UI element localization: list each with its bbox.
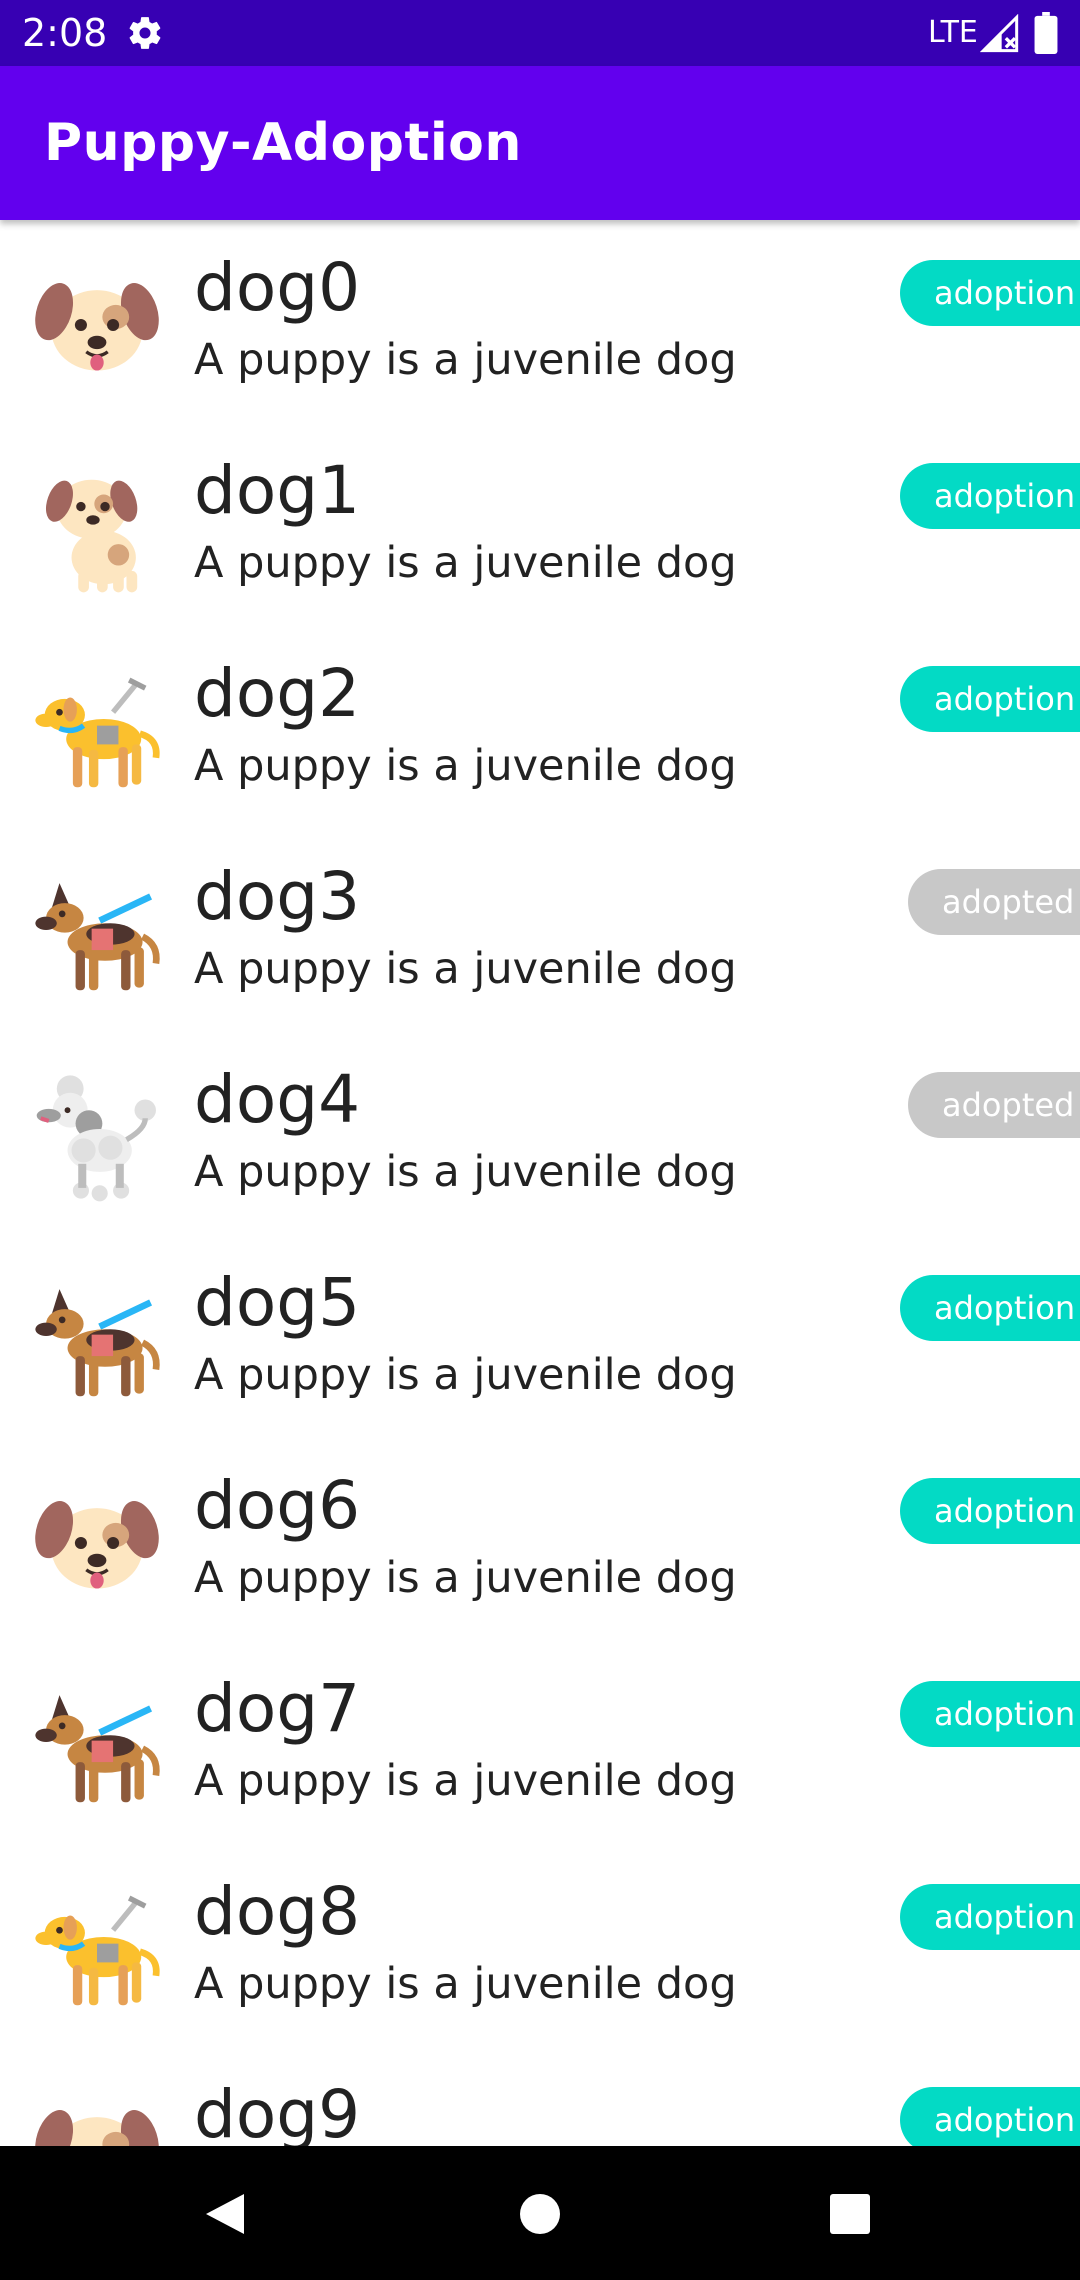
puppy-description: A puppy is a juvenile dog	[194, 538, 737, 588]
guide-dog-icon	[30, 1882, 164, 2016]
puppy-name: dog0	[194, 249, 361, 326]
puppy-description: A puppy is a juvenile dog	[194, 1756, 737, 1806]
adoption-status-badge[interactable]: adoption	[900, 1275, 1080, 1341]
puppy-list-item[interactable]: dog3 A puppy is a juvenile dog adopted	[0, 829, 1080, 1032]
service-dog-icon	[30, 867, 164, 1001]
puppy-name: dog4	[194, 1061, 361, 1138]
puppy-description: A puppy is a juvenile dog	[194, 741, 737, 791]
puppy-description: A puppy is a juvenile dog	[194, 1147, 737, 1197]
dog-face-icon	[30, 1476, 164, 1610]
puppy-name: dog6	[194, 1467, 361, 1544]
puppy-list-item[interactable]: dog7 A puppy is a juvenile dog adoption	[0, 1641, 1080, 1844]
puppy-description: A puppy is a juvenile dog	[194, 1959, 737, 2009]
settings-gear-icon	[129, 17, 161, 49]
adoption-status-badge[interactable]: adoption	[900, 666, 1080, 732]
home-icon[interactable]	[518, 2192, 562, 2236]
adopted-status-badge[interactable]: adopted	[908, 869, 1080, 935]
navigation-bar	[0, 2146, 1080, 2280]
recents-icon[interactable]	[828, 2192, 872, 2236]
puppy-description: A puppy is a juvenile dog	[194, 335, 737, 385]
network-type: LTE	[928, 15, 978, 50]
puppy-list-item[interactable]: dog6 A puppy is a juvenile dog adoption	[0, 1438, 1080, 1641]
puppy-name: dog8	[194, 1873, 361, 1950]
puppy-name: dog3	[194, 858, 361, 935]
puppy-list-item[interactable]: dog0 A puppy is a juvenile dog adoption	[0, 220, 1080, 423]
dog-face-icon	[30, 258, 164, 392]
adoption-status-badge[interactable]: adoption	[900, 260, 1080, 326]
adoption-status-badge[interactable]: adoption	[900, 1681, 1080, 1747]
puppy-description: A puppy is a juvenile dog	[194, 1350, 737, 1400]
puppy-list-item[interactable]: dog9A puppy is a juvenile dogadoption	[0, 2047, 1080, 2146]
dog-face-icon	[30, 2085, 164, 2146]
battery-icon	[1034, 12, 1058, 54]
puppy-list-item[interactable]: dog8 A puppy is a juvenile dog adoption	[0, 1844, 1080, 2047]
service-dog-icon	[30, 1679, 164, 1813]
spotted-dog-icon	[30, 461, 164, 595]
puppy-list-item[interactable]: dog2 A puppy is a juvenile dog adoption	[0, 626, 1080, 829]
puppy-list-item[interactable]: dog4 A puppy is a juvenile dog adopted	[0, 1032, 1080, 1235]
guide-dog-icon	[30, 664, 164, 798]
status-time: 2:08	[22, 11, 108, 55]
app-title: Puppy-Adoption	[44, 113, 522, 173]
puppy-name: dog2	[194, 655, 361, 732]
app-bar: Puppy-Adoption	[0, 66, 1080, 220]
puppy-name: dog9	[194, 2076, 361, 2146]
puppy-description: A puppy is a juvenile dog	[194, 944, 737, 994]
puppy-name: dog5	[194, 1264, 361, 1341]
adoption-status-badge[interactable]: adoption	[900, 2087, 1080, 2146]
adopted-status-badge[interactable]: adopted	[908, 1072, 1080, 1138]
puppy-list[interactable]: dog0 A puppy is a juvenile dog adoption dog…	[0, 220, 1080, 2146]
adoption-status-badge[interactable]: adoption	[900, 463, 1080, 529]
adoption-status-badge[interactable]: adoption	[900, 1884, 1080, 1950]
status-bar: 2:08 LTE	[0, 0, 1080, 66]
service-dog-icon	[30, 1273, 164, 1407]
adoption-status-badge[interactable]: adoption	[900, 1478, 1080, 1544]
puppy-list-item[interactable]: dog1 A puppy is a juvenile dog adoption	[0, 423, 1080, 626]
puppy-list-item[interactable]: dog5 A puppy is a juvenile dog adoption	[0, 1235, 1080, 1438]
puppy-name: dog1	[194, 452, 361, 529]
back-icon[interactable]	[202, 2190, 248, 2238]
signal-icon	[980, 14, 1019, 53]
puppy-description: A puppy is a juvenile dog	[194, 1553, 737, 1603]
puppy-name: dog7	[194, 1670, 361, 1747]
poodle-icon	[30, 1070, 164, 1204]
